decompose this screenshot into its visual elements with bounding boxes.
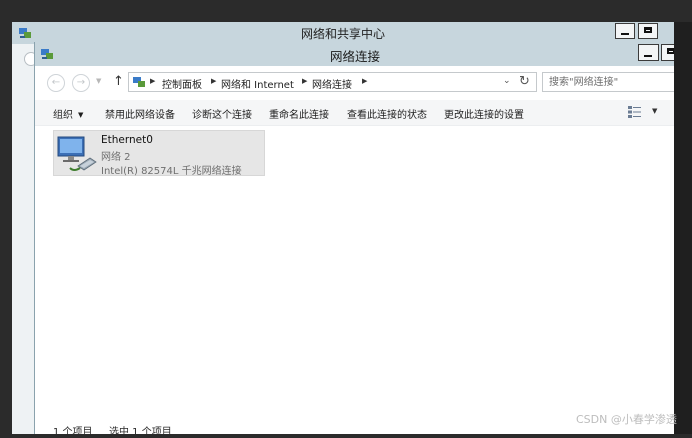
desktop-right-edge xyxy=(674,22,692,434)
desktop-top-bar xyxy=(0,0,692,22)
status-item-count: 1 个项目 xyxy=(53,427,93,438)
window-title: 网络连接 xyxy=(329,49,380,64)
window-title-bar[interactable]: 网络连接 xyxy=(35,42,682,66)
organize-button[interactable]: 组织 ▼ xyxy=(53,106,83,121)
disable-device-button[interactable]: 禁用此网络设备 xyxy=(105,106,175,121)
change-view-icon[interactable] xyxy=(628,106,642,118)
refresh-icon[interactable]: ↻ xyxy=(519,74,530,89)
connections-list: Ethernet0 网络 2 Intel(R) 82574L 千兆网络连接 xyxy=(35,126,675,416)
chevron-down-icon: ▼ xyxy=(78,111,84,119)
back-button[interactable]: ← xyxy=(47,74,65,92)
breadcrumb-separator-icon[interactable]: ▶ xyxy=(150,77,155,85)
minimize-button[interactable] xyxy=(638,44,659,61)
minimize-icon xyxy=(621,33,629,35)
connection-adapter: Intel(R) 82574L 千兆网络连接 xyxy=(101,166,242,177)
back-maximize-button[interactable] xyxy=(638,23,658,39)
search-box[interactable] xyxy=(542,72,675,92)
navigation-bar: ← → ▼ ↑ ▶ 控制面板 ▶ 网络和 Internet ▶ 网络连接 ▶ ⌄… xyxy=(35,66,675,100)
connection-name: Ethernet0 xyxy=(101,134,153,146)
control-panel-icon xyxy=(133,77,145,87)
address-bar[interactable]: ▶ 控制面板 ▶ 网络和 Internet ▶ 网络连接 ▶ ⌄ ↻ xyxy=(128,72,537,92)
forward-button[interactable]: → xyxy=(72,74,90,92)
arrow-left-icon: ← xyxy=(51,77,61,88)
rename-connection-button[interactable]: 重命名此连接 xyxy=(269,106,329,121)
up-one-level-icon[interactable]: ↑ xyxy=(113,74,124,89)
back-minimize-button[interactable] xyxy=(615,23,635,39)
view-options-chevron-icon[interactable]: ▼ xyxy=(652,107,657,115)
search-input[interactable] xyxy=(549,74,669,90)
breadcrumb-control-panel[interactable]: 控制面板 xyxy=(162,76,202,91)
recent-locations-dropdown-icon[interactable]: ▼ xyxy=(96,77,101,85)
view-status-button[interactable]: 查看此连接的状态 xyxy=(347,106,427,121)
breadcrumb-network-connections[interactable]: 网络连接 xyxy=(312,76,352,91)
address-dropdown-icon[interactable]: ⌄ xyxy=(503,76,511,86)
connection-network: 网络 2 xyxy=(101,152,131,163)
change-settings-button[interactable]: 更改此连接的设置 xyxy=(444,106,524,121)
arrow-right-icon: → xyxy=(76,77,86,88)
network-connections-window: 网络连接 ← → ▼ ↑ ▶ 控制面板 ▶ 网络和 Internet ▶ 网络连… xyxy=(34,42,682,438)
breadcrumb-separator-icon[interactable]: ▶ xyxy=(211,77,216,85)
list-item[interactable]: Ethernet0 网络 2 Intel(R) 82574L 千兆网络连接 xyxy=(53,130,265,177)
back-window-title: 网络和共享中心 xyxy=(300,27,385,41)
breadcrumb-separator-icon[interactable]: ▶ xyxy=(362,77,367,85)
organize-label: 组织 xyxy=(53,110,73,121)
command-bar: 组织 ▼ 禁用此网络设备 诊断这个连接 重命名此连接 查看此连接的状态 更改此连接… xyxy=(35,100,675,126)
back-window-body xyxy=(12,44,34,434)
maximize-icon xyxy=(644,27,652,33)
watermark: CSDN @小春学渗透 xyxy=(576,413,677,426)
diagnose-connection-button[interactable]: 诊断这个连接 xyxy=(192,106,252,121)
back-window-title-bar[interactable]: 网络和共享中心 xyxy=(12,22,674,44)
breadcrumb-network-internet[interactable]: 网络和 Internet xyxy=(221,76,294,91)
status-selected-count: 选中 1 个项目 xyxy=(109,427,172,438)
breadcrumb-separator-icon[interactable]: ▶ xyxy=(302,77,307,85)
minimize-icon xyxy=(644,55,652,57)
network-adapter-icon xyxy=(57,136,97,171)
